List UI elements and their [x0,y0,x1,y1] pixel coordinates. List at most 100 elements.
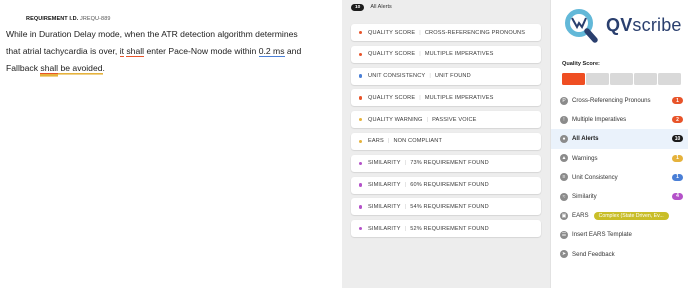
category-feedback[interactable]: ➤ Send Feedback [551,245,688,264]
alert-severity-dot-icon [359,139,363,144]
category-similarity[interactable]: ≈ Similarity 4 [551,187,688,206]
alert-category: QUALITY WARNING [368,116,423,123]
alert-card[interactable]: UNIT CONSISTENCY | UNIT FOUND [351,67,541,85]
requirement-text[interactable]: While in Duration Delay mode, when the A… [6,26,336,77]
category-label: Warnings [572,154,598,162]
alerts-header: 10 All Alerts [351,3,392,11]
text-segment: enter Pace-Now mode within [144,46,259,56]
requirement-id-label: REQUIREMENT I.D. [26,16,79,22]
text-segment: that atrial tachycardia is over, [6,46,120,56]
alert-category: SIMILARITY [368,203,401,210]
bell-icon: ● [560,134,568,143]
alert-detail: 54% REQUIREMENT FOUND [410,203,489,210]
quality-score-bar [562,73,681,85]
requirement-id-value: JREQU-889 [79,16,111,22]
warning-icon: ▲ [560,154,568,163]
text-segment: and [284,46,302,56]
send-icon: ➤ [560,250,568,259]
category-warnings[interactable]: ▲ Warnings 1 [551,149,688,168]
flag-unit-value[interactable]: 0.2 ms [258,46,285,57]
category-count-badge: 10 [672,135,683,143]
category-label: All Alerts [572,135,599,143]
alert-category: SIMILARITY [368,182,401,189]
alert-separator: | [419,94,421,101]
alert-category: SIMILARITY [368,160,401,167]
category-list: P Cross-Referencing Pronouns 1 ! Multiple Im… [551,91,688,264]
alert-severity-dot-icon [359,74,363,78]
flag-passive-voice[interactable]: be avoided [60,63,102,73]
category-label: Cross-Referencing Pronouns [572,97,651,105]
alert-card[interactable]: QUALITY SCORE | MULTIPLE IMPERATIVES [351,45,541,63]
alert-count-badge: 10 [351,3,365,11]
category-insert[interactable]: ☰ Insert EARS Template [551,225,688,244]
category-count-badge: 1 [672,173,683,181]
category-all[interactable]: ● All Alerts 10 [551,129,688,149]
alert-severity-dot-icon [359,161,363,165]
category-count-badge: 4 [672,192,683,200]
alert-category: SIMILARITY [368,225,401,232]
alert-card[interactable]: SIMILARITY | 54% REQUIREMENT FOUND [351,198,541,216]
alert-list: QUALITY SCORE | CROSS-REFERENCING PRONOUNS… [351,24,541,242]
alert-severity-dot-icon [359,226,363,231]
alert-separator: | [404,225,407,232]
category-count-badge: 2 [672,116,683,124]
alert-detail: CROSS-REFERENCING PRONOUNS [424,29,526,36]
alerts-title: All Alerts [370,4,392,10]
alert-separator: | [419,51,421,58]
alert-separator: | [426,116,429,123]
quality-score-segment [562,73,585,85]
alert-card[interactable]: QUALITY SCORE | CROSS-REFERENCING PRONOUNS [351,24,541,41]
category-multi-imp[interactable]: ! Multiple Imperatives 2 [551,110,688,129]
alert-category: QUALITY SCORE [368,94,416,101]
quality-score-segment [634,73,657,85]
alert-detail: MULTIPLE IMPERATIVES [424,94,494,101]
text-segment: . [102,63,105,73]
magnifier-logo-icon [565,9,598,43]
qvscribe-panel: QVscribe Quality Score: P Cross-Referenci… [550,0,688,288]
alert-separator: | [404,203,407,210]
alert-card[interactable]: SIMILARITY | 60% REQUIREMENT FOUND [351,176,541,194]
ears-icon: ▣ [560,211,568,220]
logo-text: QVscribe [606,15,682,35]
alert-category: EARS [368,138,384,145]
alert-card[interactable]: SIMILARITY | 73% REQUIREMENT FOUND [351,154,541,172]
alert-severity-dot-icon [359,205,363,209]
category-label: Unit Consistency [572,173,618,181]
alert-severity-dot-icon [359,52,363,56]
pronoun-icon: P [560,96,568,105]
text-segment: Fallback [6,63,41,73]
alert-detail: 60% REQUIREMENT FOUND [410,182,489,189]
alert-card[interactable]: EARS | NON COMPLIANT [351,132,541,150]
alert-separator: | [419,29,421,36]
alert-category: QUALITY SCORE [368,29,416,36]
alert-detail: 73% REQUIREMENT FOUND [410,160,489,167]
qvscribe-logo: QVscribe [561,6,681,46]
alert-card[interactable]: QUALITY SCORE | MULTIPLE IMPERATIVES [351,89,541,107]
alert-category: QUALITY SCORE [368,51,416,58]
category-label: Similarity [572,193,597,201]
category-cross-ref[interactable]: P Cross-Referencing Pronouns 1 [551,91,688,110]
flag-imperative-shall-1[interactable]: shall [126,46,145,57]
flag-imperative-shall-2[interactable]: shall [40,63,59,74]
alert-card[interactable]: SIMILARITY | 52% REQUIREMENT FOUND [351,220,541,238]
ears-type-tag: Complex (State Driven, Ev... [593,211,669,220]
alert-severity-dot-icon [359,117,363,122]
template-icon: ☰ [560,230,568,239]
alert-detail: NON COMPLIANT [393,138,443,145]
alert-detail: 52% REQUIREMENT FOUND [410,225,489,232]
requirement-editor[interactable]: REQUIREMENT I.D. JREQU-889 While in Dura… [0,0,342,288]
alert-card[interactable]: QUALITY WARNING | PASSIVE VOICE [351,111,541,129]
imperative-icon: ! [560,115,568,124]
category-label: Insert EARS Template [572,231,632,239]
category-unit[interactable]: ≡ Unit Consistency 1 [551,168,688,187]
quality-score-segment [586,73,609,85]
alert-detail: UNIT FOUND [434,73,471,80]
alert-separator: | [387,138,390,145]
category-ears[interactable]: ▣ EARS Complex (State Driven, Ev... [551,206,688,225]
unit-icon: ≡ [560,173,568,182]
alert-separator: | [404,182,407,189]
category-label: Send Feedback [572,250,615,258]
alert-category: UNIT CONSISTENCY [368,73,426,80]
requirement-id: REQUIREMENT I.D. JREQU-889 [26,16,111,22]
alert-severity-dot-icon [359,96,363,100]
